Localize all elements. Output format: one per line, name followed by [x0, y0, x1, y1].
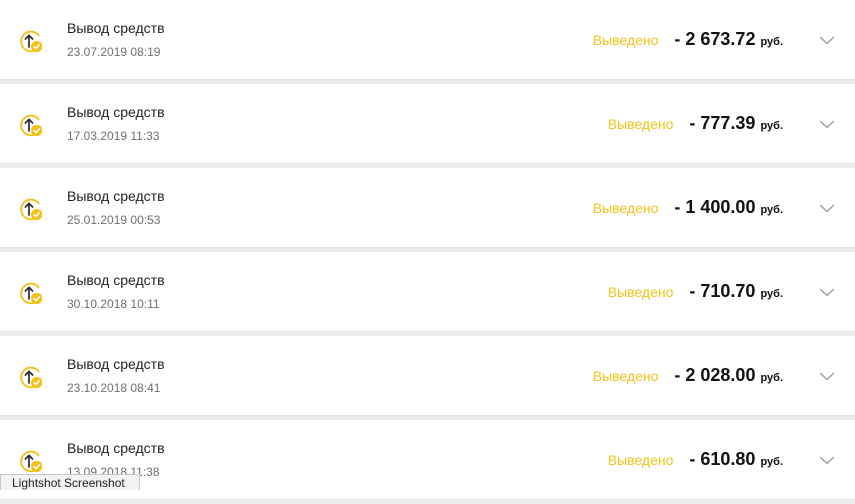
transaction-status: Выведено [607, 116, 674, 132]
withdraw-up-arrow-check-icon [18, 112, 44, 138]
transaction-summary: Выведено - 1 400.00 руб. [593, 197, 783, 218]
transaction-summary: Выведено - 2 673.72 руб. [593, 29, 783, 50]
transaction-currency: руб. [760, 372, 783, 384]
transaction-title: Вывод средств [67, 20, 165, 36]
transaction-date: 23.10.2018 08:41 [67, 381, 161, 395]
transaction-date: 30.10.2018 10:11 [67, 297, 160, 311]
transaction-summary: Выведено - 610.80 руб. [608, 449, 783, 470]
withdraw-up-arrow-check-icon [18, 364, 44, 390]
transaction-status: Выведено [592, 368, 659, 384]
withdraw-up-arrow-check-icon [18, 280, 44, 306]
transaction-amount: - 610.80 [689, 449, 756, 469]
transaction-title: Вывод средств [67, 188, 165, 204]
transaction-status: Выведено [607, 452, 674, 468]
transaction-currency: руб. [760, 120, 783, 132]
transaction-row[interactable]: Вывод средств 23.10.2018 08:41 Выведено … [0, 336, 855, 416]
transaction-row[interactable]: Вывод средств 30.10.2018 10:11 Выведено … [0, 252, 855, 332]
chevron-down-icon[interactable] [819, 370, 835, 382]
chevron-down-icon[interactable] [819, 286, 835, 298]
transaction-date: 25.01.2019 00:53 [67, 213, 161, 227]
transaction-title: Вывод средств [67, 356, 165, 372]
chevron-down-icon[interactable] [819, 454, 835, 466]
transaction-row[interactable]: Вывод средств 17.03.2019 11:33 Выведено … [0, 84, 855, 164]
screenshot-watermark: Lightshot Screenshot [0, 474, 140, 490]
chevron-down-icon[interactable] [819, 202, 835, 214]
transaction-amount: - 1 400.00 [674, 197, 756, 217]
transaction-list: Вывод средств 23.07.2019 08:19 Выведено … [0, 0, 855, 504]
chevron-down-icon[interactable] [819, 118, 835, 130]
transaction-title: Вывод средств [67, 272, 165, 288]
transaction-status: Выведено [607, 284, 674, 300]
transaction-amount: - 777.39 [689, 113, 756, 133]
transaction-currency: руб. [760, 288, 783, 300]
transaction-currency: руб. [760, 36, 783, 48]
transaction-status: Выведено [592, 32, 659, 48]
transaction-row[interactable]: Вывод средств 25.01.2019 00:53 Выведено … [0, 168, 855, 248]
transaction-date: 17.03.2019 11:33 [67, 129, 160, 143]
withdraw-up-arrow-check-icon [18, 196, 44, 222]
transaction-summary: Выведено - 2 028.00 руб. [593, 365, 783, 386]
transaction-currency: руб. [760, 456, 783, 468]
transaction-title: Вывод средств [67, 440, 165, 456]
transaction-title: Вывод средств [67, 104, 165, 120]
transaction-currency: руб. [760, 204, 783, 216]
transaction-amount: - 2 028.00 [674, 365, 756, 385]
chevron-down-icon[interactable] [819, 34, 835, 46]
transaction-date: 23.07.2019 08:19 [67, 45, 161, 59]
transaction-amount: - 710.70 [689, 281, 756, 301]
transaction-summary: Выведено - 777.39 руб. [608, 113, 783, 134]
transaction-amount: - 2 673.72 [674, 29, 756, 49]
transaction-status: Выведено [592, 200, 659, 216]
transaction-summary: Выведено - 710.70 руб. [608, 281, 783, 302]
withdraw-up-arrow-check-icon [18, 28, 44, 54]
transaction-row[interactable]: Вывод средств 23.07.2019 08:19 Выведено … [0, 0, 855, 80]
withdraw-up-arrow-check-icon [18, 448, 44, 474]
